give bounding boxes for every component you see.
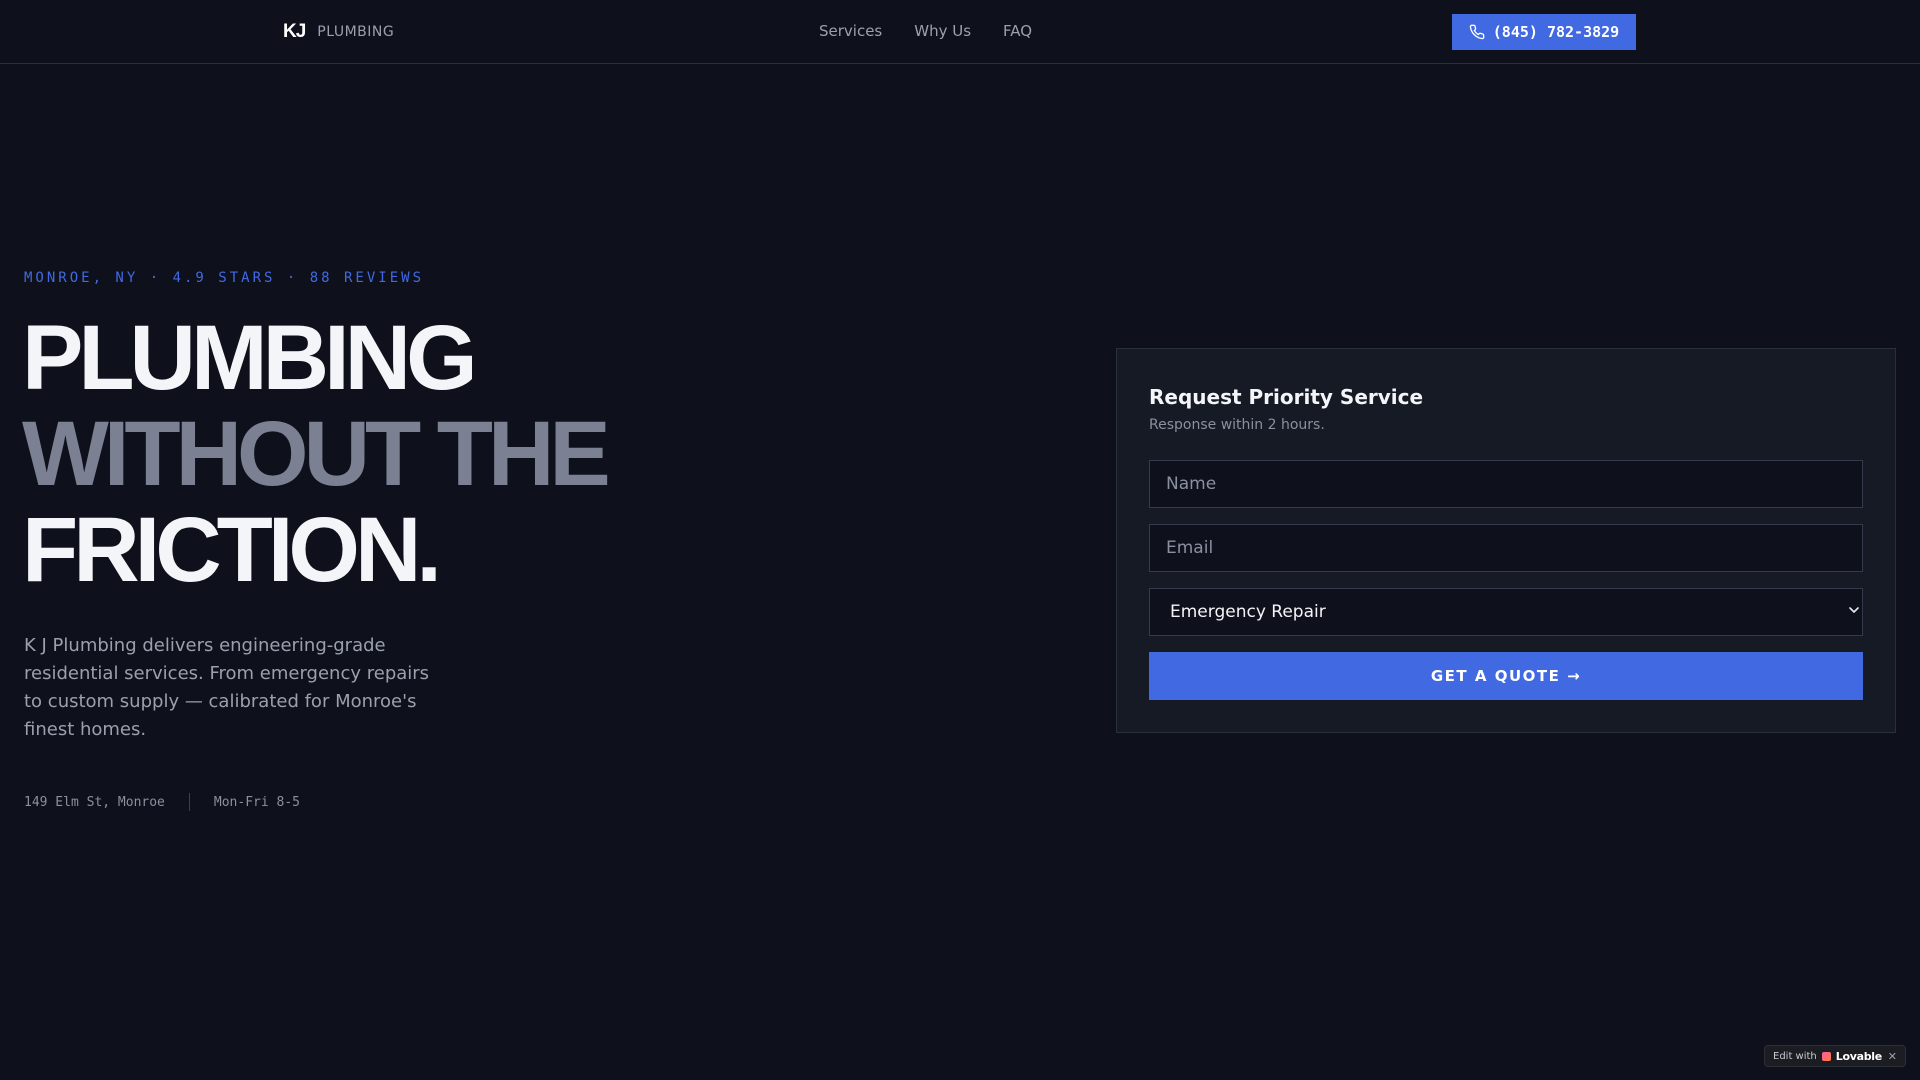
email-input[interactable] [1149, 524, 1863, 572]
nav-link-services[interactable]: Services [819, 22, 882, 40]
site-header: KJ PLUMBING Services Why Us FAQ (845) 78… [0, 0, 1920, 64]
form-subtitle: Response within 2 hours. [1149, 417, 1325, 433]
hero-headline: PLUMBING WITHOUT THE FRICTION. [22, 307, 611, 601]
headline-line-1: PLUMBING [22, 307, 478, 409]
hero-intro: K J Plumbing delivers engineering-grade … [24, 635, 430, 740]
lovable-heart-icon [1821, 1051, 1831, 1061]
business-meta: 149 Elm St, Monroe Mon-Fri 8-5 [24, 793, 300, 811]
name-input[interactable] [1149, 460, 1863, 508]
headline-line-3: FRICTION. [22, 499, 442, 601]
form-title: Request Priority Service [1149, 385, 1424, 409]
main-nav: Services Why Us FAQ [819, 22, 1032, 40]
nav-link-why-us[interactable]: Why Us [914, 22, 971, 40]
nav-link-faq[interactable]: FAQ [1003, 22, 1032, 40]
logo-wordmark: PLUMBING [317, 24, 395, 40]
phone-number: (845) 782-3829 [1492, 23, 1620, 41]
call-phone-button[interactable]: (845) 782-3829 [1452, 14, 1636, 50]
business-hours: Mon-Fri 8-5 [213, 794, 300, 810]
get-quote-button[interactable]: GET A QUOTE → [1149, 652, 1863, 700]
badge-prefix: Edit with [1773, 1050, 1817, 1062]
address: 149 Elm St, Monroe [24, 794, 165, 810]
logo[interactable]: KJ PLUMBING [283, 21, 394, 43]
close-icon[interactable]: ✕ [1888, 1050, 1897, 1063]
quote-form-card: Request Priority Service Response within… [1116, 348, 1896, 733]
phone-icon [1469, 24, 1485, 40]
meta-divider [188, 793, 190, 811]
badge-brand: Lovable [1835, 1049, 1882, 1063]
edit-with-lovable-badge[interactable]: Edit with Lovable ✕ [1764, 1045, 1906, 1067]
service-select[interactable]: Emergency Repair [1149, 588, 1863, 636]
logo-mark: KJ [283, 21, 306, 42]
location-rating-eyebrow: MONROE, NY · 4.9 STARS · 88 REVIEWS [24, 270, 425, 286]
headline-line-2: WITHOUT THE [22, 403, 611, 505]
